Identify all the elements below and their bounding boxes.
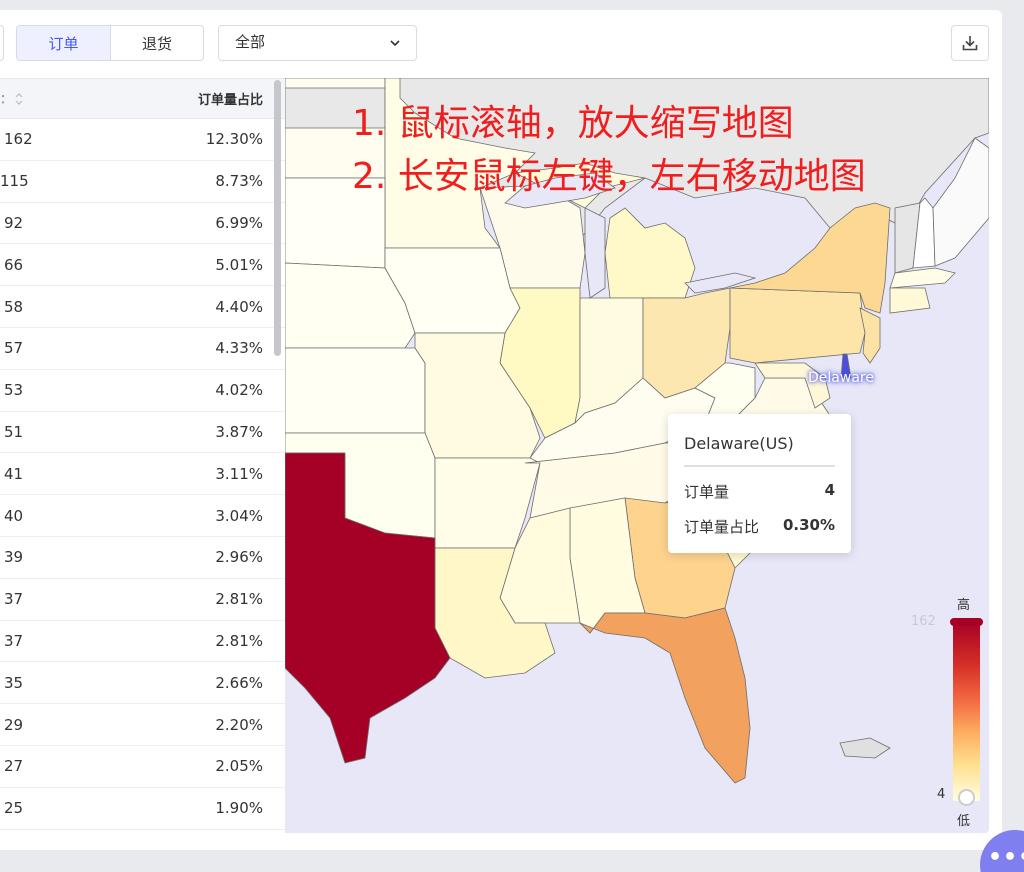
more-icon: •••	[988, 845, 1024, 870]
order-count-cell: 29	[4, 715, 24, 734]
order-count-cell: 41	[4, 464, 24, 483]
order-count-cell: 25	[4, 799, 24, 818]
table-row[interactable]: 58 4.40%	[0, 286, 285, 328]
order-share-cell: 3.04%	[215, 506, 263, 525]
instruction-line-1: 1. 鼠标滚轴，放大缩写地图	[352, 103, 794, 144]
lake-michigan	[584, 207, 606, 299]
table-row[interactable]: 39 2.96%	[0, 537, 285, 579]
order-count-cell: 35	[4, 673, 24, 692]
tooltip-count-value: 4	[824, 481, 835, 499]
filter-select-value: 全部	[235, 32, 266, 51]
order-share-cell: 2.05%	[215, 757, 263, 776]
tooltip-row-share: 订单量占比 0.30%	[684, 516, 835, 537]
download-button[interactable]	[951, 25, 989, 61]
table-scrollbar[interactable]	[274, 80, 281, 356]
download-icon	[962, 36, 978, 51]
sort-column-header[interactable]: ：	[0, 90, 80, 107]
order-share-cell: 8.73%	[215, 172, 263, 191]
tab-returns[interactable]: 退货	[110, 26, 203, 60]
order-share-cell: 3.87%	[215, 422, 263, 441]
order-count-cell: 92	[4, 213, 24, 232]
tooltip-share-label: 订单量占比	[684, 518, 760, 536]
legend-min-value: 4	[937, 787, 946, 802]
table-row[interactable]: 92 6.99%	[0, 203, 285, 245]
order-count-cell: 162	[4, 130, 33, 149]
order-count-cell: 37	[4, 631, 24, 650]
table-row[interactable]: 162 12.30%	[0, 119, 285, 161]
table-row[interactable]: 35 2.66%	[0, 662, 285, 705]
legend-high-label: 高	[957, 598, 971, 613]
state-michigan	[604, 207, 696, 299]
table-row[interactable]: 41 3.11%	[0, 453, 285, 496]
island-cuba	[839, 737, 891, 759]
table-row[interactable]: 40 3.04%	[0, 495, 285, 537]
table-header: ： 订单量占比	[0, 79, 285, 119]
order-share-cell: 2.81%	[215, 590, 263, 609]
order-count-cell: 37	[4, 590, 24, 609]
order-share-cell: 6.99%	[215, 213, 263, 232]
table-row[interactable]: 57 4.33%	[0, 328, 285, 370]
order-share-cell: 2.81%	[215, 631, 263, 650]
table-row[interactable]: 37 2.81%	[0, 579, 285, 621]
legend-min-handle[interactable]	[958, 789, 975, 806]
order-share-cell: 1.90%	[215, 799, 263, 818]
table-row[interactable]: 37 2.81%	[0, 621, 285, 663]
order-count-cell: 53	[4, 381, 24, 400]
order-return-toggle: 订单 退货	[16, 25, 204, 61]
chevron-down-icon	[390, 40, 400, 47]
share-column-header: 订单量占比	[197, 93, 263, 108]
map-tooltip: Delaware(US) 订单量 4 订单量占比 0.30%	[668, 414, 851, 553]
order-share-cell: 4.02%	[215, 381, 263, 400]
tooltip-count-label: 订单量	[684, 483, 730, 501]
legend-low-label: 低	[957, 814, 971, 829]
order-count-cell: 39	[4, 548, 24, 567]
state-order-table: ： 订单量占比 162 12.30% 115 8.73% 92 6.99% 66 5.01% 5…	[0, 78, 285, 833]
tooltip-row-count: 订单量 4	[684, 481, 835, 502]
tooltip-share-value: 0.30%	[782, 516, 835, 534]
order-share-cell: 2.20%	[215, 715, 263, 734]
state-florida	[579, 607, 751, 784]
legend-max-handle[interactable]	[950, 618, 983, 626]
order-count-cell: 115	[0, 172, 29, 191]
order-share-cell: 4.40%	[215, 297, 263, 316]
table-row[interactable]: 29 2.20%	[0, 704, 285, 746]
tooltip-title: Delaware(US)	[684, 434, 835, 467]
order-count-cell: 57	[4, 339, 24, 358]
order-share-cell: 5.01%	[215, 255, 263, 274]
table-row[interactable]: 66 5.01%	[0, 244, 285, 287]
table-row[interactable]: 25 1.90%	[0, 788, 285, 830]
table-row[interactable]: 27 2.05%	[0, 746, 285, 788]
table-row[interactable]: 115 8.73%	[0, 161, 285, 203]
order-share-cell: 2.96%	[215, 548, 263, 567]
state-pennsylvania	[729, 287, 866, 364]
legend-max-value: 162	[911, 614, 936, 629]
order-share-cell: 12.30%	[205, 130, 263, 149]
prev-segment-edge[interactable]	[0, 25, 4, 61]
instruction-line-2: 2. 长安鼠标左键，左右移动地图	[352, 156, 866, 197]
tab-orders[interactable]: 订单	[17, 26, 110, 60]
map-highlight-label: Delaware	[808, 370, 874, 386]
table-row[interactable]: 51 3.87%	[0, 412, 285, 454]
order-share-cell: 2.66%	[215, 673, 263, 692]
legend-color-scale	[953, 621, 980, 801]
order-count-cell: 66	[4, 255, 24, 274]
order-count-cell: 51	[4, 422, 24, 441]
order-count-cell: 27	[4, 757, 24, 776]
state-connecticut	[889, 287, 931, 314]
order-share-cell: 3.11%	[215, 464, 263, 483]
order-share-cell: 4.33%	[215, 339, 263, 358]
order-count-cell: 58	[4, 297, 24, 316]
filter-select[interactable]: 全部	[218, 25, 417, 61]
table-row[interactable]: 53 4.02%	[0, 370, 285, 412]
order-count-cell: 40	[4, 506, 24, 525]
state-kansas	[285, 347, 426, 434]
sort-icon[interactable]	[14, 91, 24, 107]
